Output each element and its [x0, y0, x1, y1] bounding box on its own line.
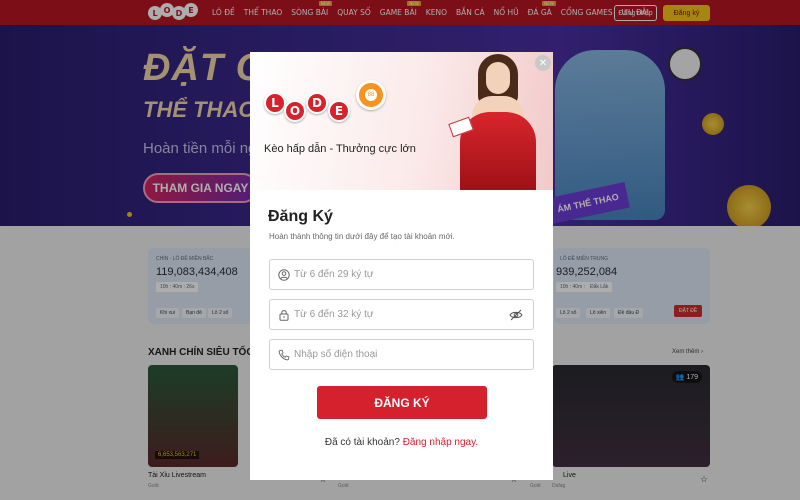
register-submit-button[interactable]: ĐĂNG KÝ [317, 386, 487, 419]
modal-tagline: Kèo hấp dẫn - Thưởng cực lớn [264, 143, 416, 155]
eye-off-icon[interactable] [509, 309, 523, 321]
login-prompt-text: Đã có tài khoản? [324, 437, 400, 448]
password-field[interactable] [269, 299, 534, 330]
phone-icon [278, 349, 290, 361]
modal-description: Hoàn thành thông tin dưới đây để tạo tài… [269, 232, 455, 241]
model-face [486, 62, 510, 94]
modal-logo-ball: O [284, 100, 306, 122]
login-prompt: Đã có tài khoản? Đăng nhập ngay. [250, 437, 553, 448]
password-input[interactable] [294, 300, 504, 329]
modal-logo-ball: L [264, 92, 286, 114]
user-icon [278, 269, 290, 281]
close-icon[interactable]: ✕ [535, 55, 551, 71]
lock-icon [279, 310, 289, 321]
username-input[interactable] [294, 260, 504, 289]
phone-input[interactable] [294, 340, 504, 369]
modal-logo-badge-text: 88 [365, 89, 377, 101]
modal-logo-ball: E [328, 100, 350, 122]
login-link[interactable]: Đăng nhập ngay. [403, 437, 478, 448]
modal-logo-ball: D [306, 92, 328, 114]
register-modal: L O D E 88 Kèo hấp dẫn - Thưởng cực lớn … [250, 52, 553, 480]
modal-header-banner: L O D E 88 Kèo hấp dẫn - Thưởng cực lớn [250, 52, 553, 190]
modal-title: Đăng Ký [268, 208, 333, 225]
modal-logo-badge: 88 [356, 80, 386, 110]
username-field[interactable] [269, 259, 534, 290]
promo-model-image [440, 52, 553, 190]
phone-field[interactable] [269, 339, 534, 370]
